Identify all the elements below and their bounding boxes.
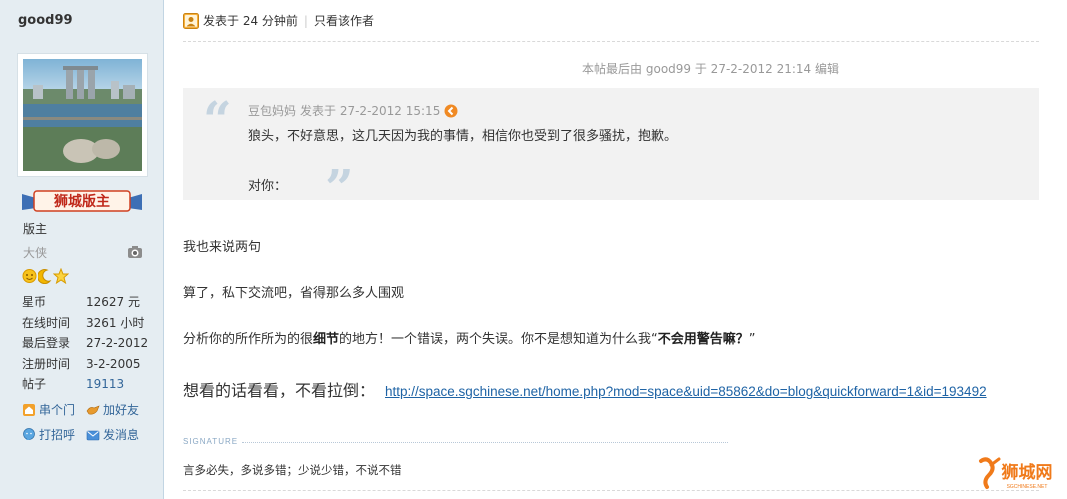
stat-value: 27-2-2012 <box>86 336 149 351</box>
watermark-subtext: SGCHINESE.NET <box>1007 484 1048 490</box>
edit-note: 本帖最后由 good99 于 27-2-2012 21:14 编辑 <box>582 62 839 76</box>
divider <box>242 441 728 443</box>
moon-icon <box>38 269 52 284</box>
quote-time: 发表于 27-2-2012 15:15 <box>300 104 441 118</box>
stat-value: 3-2-2005 <box>86 356 141 371</box>
greet-icon <box>23 427 35 440</box>
badge-text: 狮城版主 <box>53 193 110 210</box>
stat-value: 3261 小时 <box>86 315 145 330</box>
home-icon <box>23 403 35 416</box>
quote-text-2: 对你： <box>248 179 288 194</box>
stat-label: 最后登录 <box>22 336 71 351</box>
stat-online-time: 在线时间 3261 小时 <box>22 313 152 334</box>
post-paragraph-4: 想看的话看看，不看拉倒： http://space.sgchinese.net/… <box>183 377 987 401</box>
only-author-link[interactable]: 只看该作者 <box>314 11 374 31</box>
user-rank: 大侠 <box>23 246 48 260</box>
go-to-quote-icon[interactable] <box>444 104 458 118</box>
posts-count-link[interactable]: 19113 <box>86 374 124 395</box>
quote-author: 豆包妈妈 <box>248 104 297 118</box>
signature-divider: SIGNATURE <box>183 437 728 446</box>
moderator-badge: 狮城版主 <box>22 190 142 212</box>
sun-icon <box>22 269 37 283</box>
signature-label: SIGNATURE <box>183 437 239 446</box>
author-name[interactable]: good99 <box>18 13 73 28</box>
author-sidebar: good99 狮城版主 版主 大侠 星币 12627 元 在线时间 3261 小… <box>0 0 164 499</box>
stat-posts: 帖子 19113 <box>22 374 152 395</box>
stat-label: 星币 <box>22 295 47 309</box>
camera-icon[interactable] <box>127 244 143 260</box>
avatar[interactable] <box>17 53 148 177</box>
user-role: 版主 <box>23 222 48 236</box>
post-paragraph-3: 分析你的所作所为的很细节的地方！一个错误，两个失误。你不是想知道为什么我“不会用… <box>183 328 756 347</box>
quote-block: “ 豆包妈妈 发表于 27-2-2012 15:15 狼头，不好意思，这几天因为… <box>183 88 1039 217</box>
watermark-text: 狮城网 <box>1001 462 1053 483</box>
medal-icons <box>22 268 69 286</box>
stat-register-date: 注册时间 3-2-2005 <box>22 354 152 375</box>
site-watermark-logo: 狮城网 SGCHINESE.NET <box>979 457 1053 490</box>
p3-bold-detail: 细节 <box>313 332 340 347</box>
visit-space-label: 串个门 <box>39 403 76 417</box>
add-friend-icon <box>86 404 100 414</box>
p3-text-e: ” <box>748 332 756 347</box>
online-status-icon <box>183 13 199 29</box>
p4-text: 想看的话看看，不看拉倒： <box>183 381 376 400</box>
post-meta: 发表于 24 分钟前 | 只看该作者 <box>183 11 1039 42</box>
stat-label: 注册时间 <box>22 356 71 371</box>
quote-header: 豆包妈妈 发表于 27-2-2012 15:15 <box>248 102 458 119</box>
separator: | <box>303 14 308 28</box>
user-stats: 星币 12627 元 在线时间 3261 小时 最后登录 27-2-2012 注… <box>22 292 152 395</box>
star-icon <box>53 268 69 284</box>
add-friend-label: 加好友 <box>103 403 140 417</box>
quote-text: 狼头，不好意思，这几天因为我的事情，相信你也受到了很多骚扰，抱歉。 <box>248 129 678 144</box>
avatar-image <box>23 59 142 171</box>
visit-space-button[interactable]: 串个门 <box>22 401 75 418</box>
p3-bold-question: 不会用警告嘛？ <box>657 332 749 347</box>
stat-label: 在线时间 <box>22 315 71 330</box>
stat-coins: 星币 12627 元 <box>22 292 152 313</box>
greet-button[interactable]: 打招呼 <box>22 426 75 443</box>
post-paragraph-1: 我也来说两句 <box>183 240 262 255</box>
send-message-label: 发消息 <box>103 428 140 442</box>
stat-value: 12627 元 <box>86 295 140 309</box>
stat-last-login: 最后登录 27-2-2012 <box>22 333 152 354</box>
divider <box>183 490 1039 491</box>
blog-link[interactable]: http://space.sgchinese.net/home.php?mod=… <box>385 384 987 399</box>
p3-text-a: 分析你的所作所为的很 <box>183 332 314 347</box>
p3-text-c: 的地方！一个错误，两个失误。你不是想知道为什么我“ <box>339 332 658 347</box>
stat-label: 帖子 <box>22 377 47 392</box>
send-message-button[interactable]: 发消息 <box>86 426 139 443</box>
post-time: 发表于 24 分钟前 <box>203 14 298 28</box>
post-content: 发表于 24 分钟前 | 只看该作者 本帖最后由 good99 于 27-2-2… <box>183 0 1059 499</box>
greet-label: 打招呼 <box>39 428 76 442</box>
add-friend-button[interactable]: 加好友 <box>86 401 139 418</box>
message-icon <box>86 430 100 440</box>
close-quote-icon: ” <box>325 158 354 217</box>
signature-text: 言多必失，多说多错；少说少错，不说不错 <box>183 463 402 477</box>
post-paragraph-2: 算了，私下交流吧，省得那么多人围观 <box>183 286 405 301</box>
open-quote-icon: “ <box>203 90 232 149</box>
